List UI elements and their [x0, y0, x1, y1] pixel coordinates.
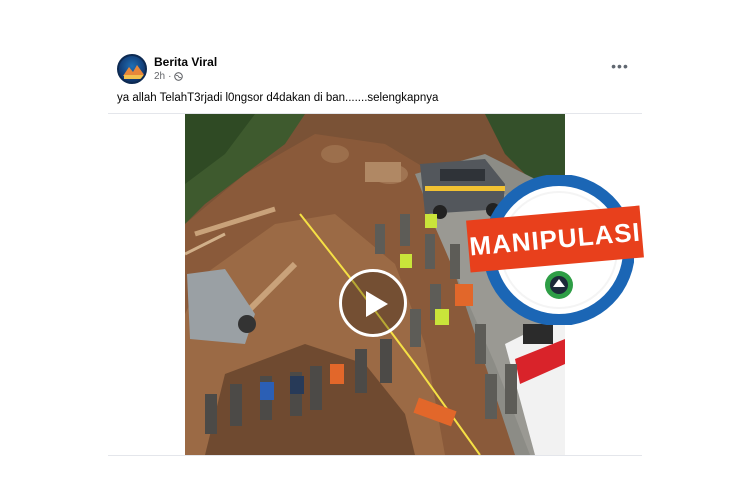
post-caption: ya allah TelahT3rjadi l0ngsor d4dakan di… [117, 92, 439, 104]
post-time[interactable]: 2h [154, 71, 165, 82]
meta-dot: · [168, 71, 172, 82]
more-options-icon[interactable]: ••• [610, 58, 630, 74]
page-avatar[interactable] [117, 54, 147, 84]
play-icon [366, 291, 388, 317]
play-button[interactable] [339, 269, 407, 337]
globe-icon [174, 72, 184, 81]
divider-bottom [108, 455, 642, 456]
page-name[interactable]: Berita Viral [154, 55, 217, 69]
post-meta: 2h · [154, 71, 184, 82]
